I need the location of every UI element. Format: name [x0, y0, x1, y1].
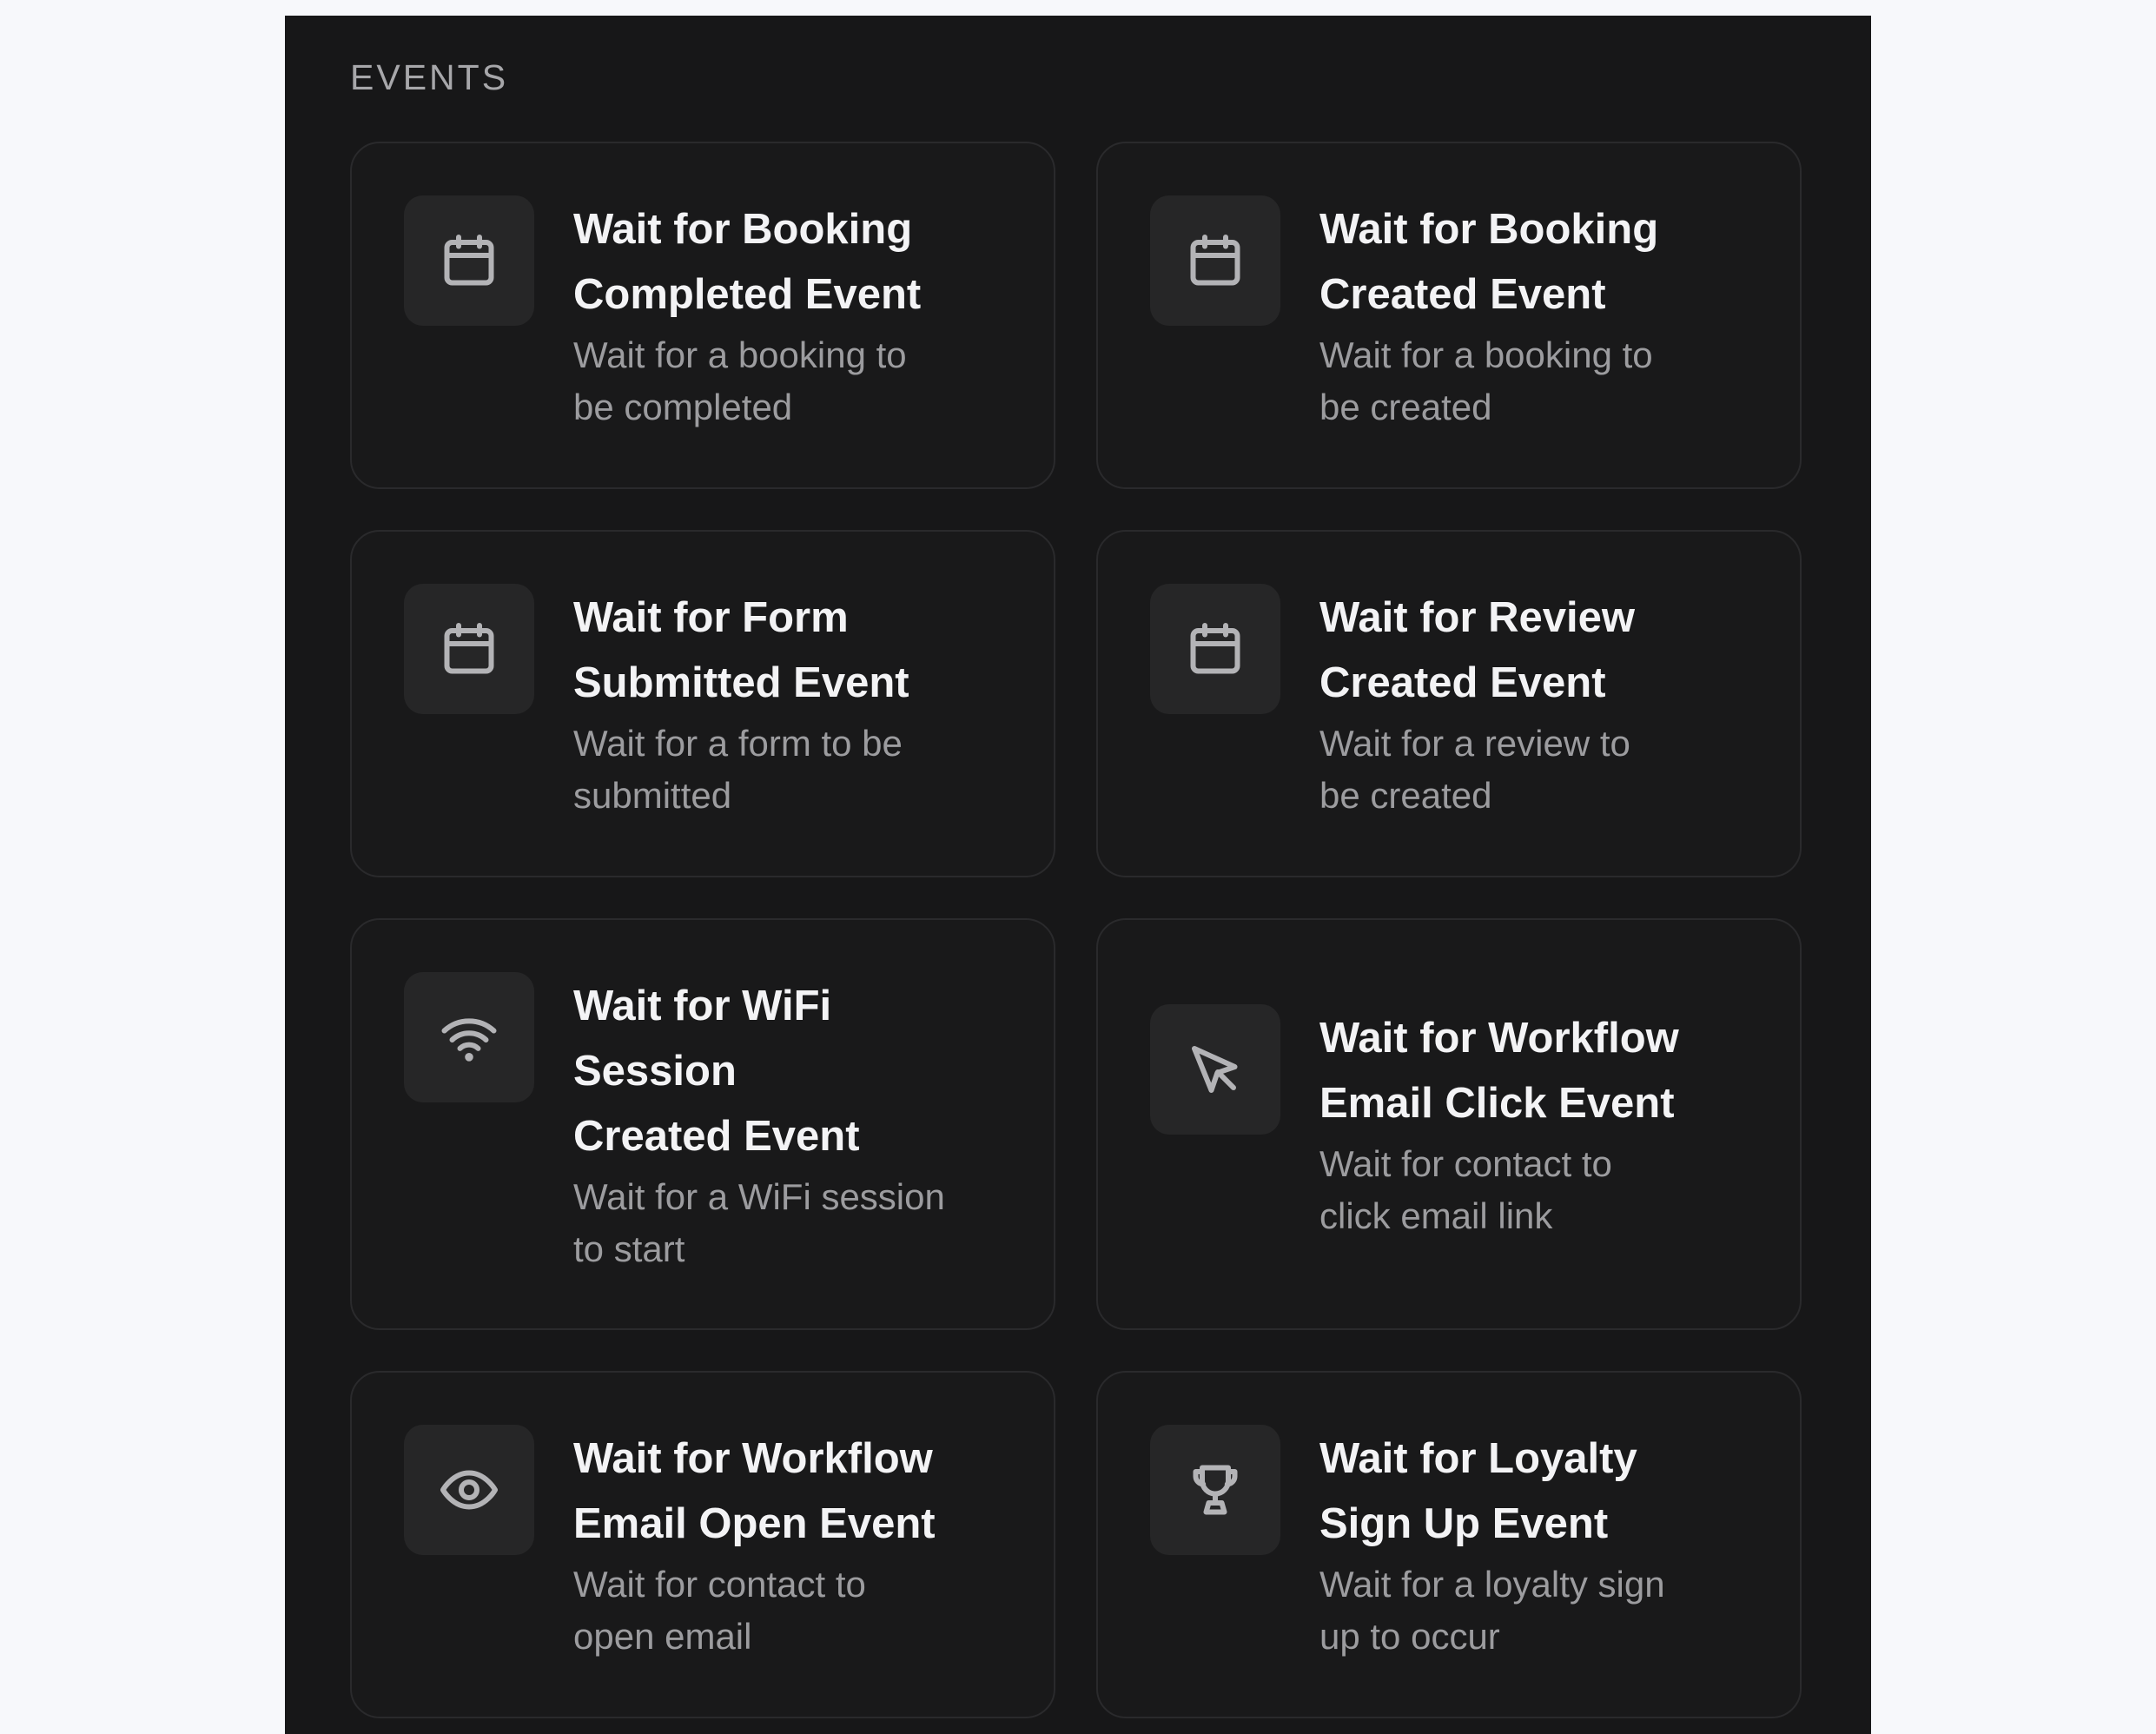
card-title: Wait for Workflow Email Open Event [573, 1435, 936, 1547]
event-card-workflow-email-click[interactable]: Wait for Workflow Email Click Event Wait… [1096, 918, 1802, 1330]
card-title: Wait for Booking Created Event [1319, 206, 1659, 318]
event-card-form-submitted[interactable]: Wait for Form Submitted Event Wait for a… [350, 530, 1055, 877]
card-title: Wait for Loyalty Sign Up Event [1319, 1435, 1637, 1547]
card-description: Wait for a loyalty sign up to occur [1319, 1564, 1665, 1657]
calendar-icon [1150, 195, 1280, 326]
card-title: Wait for Booking Completed Event [573, 206, 922, 318]
card-description: Wait for a booking to be created [1319, 334, 1653, 427]
section-heading: EVENTS [350, 57, 509, 97]
events-panel: EVENTS Wait for Booking Completed Event … [285, 16, 1871, 1734]
card-description: Wait for a form to be submitted [573, 723, 903, 816]
event-card-workflow-email-open[interactable]: Wait for Workflow Email Open Event Wait … [350, 1371, 1055, 1718]
card-description: Wait for contact to open email [573, 1564, 866, 1657]
card-description: Wait for contact to click email link [1319, 1143, 1612, 1236]
eye-icon [404, 1425, 534, 1555]
card-title: Wait for Workflow Email Click Event [1319, 1015, 1679, 1127]
card-title: Wait for Review Created Event [1319, 594, 1636, 706]
card-description: Wait for a booking to be completed [573, 334, 907, 427]
card-title: Wait for WiFi Session Created Event [573, 983, 860, 1160]
calendar-icon [404, 584, 534, 714]
card-description: Wait for a review to be created [1319, 723, 1630, 816]
event-card-booking-created[interactable]: Wait for Booking Created Event Wait for … [1096, 142, 1802, 489]
card-description: Wait for a WiFi session to start [573, 1176, 945, 1269]
card-title: Wait for Form Submitted Event [573, 594, 909, 706]
event-card-wifi-session[interactable]: Wait for WiFi Session Created Event Wait… [350, 918, 1055, 1330]
event-card-loyalty-sign-up[interactable]: Wait for Loyalty Sign Up Event Wait for … [1096, 1371, 1802, 1718]
event-card-booking-completed[interactable]: Wait for Booking Completed Event Wait fo… [350, 142, 1055, 489]
calendar-icon [404, 195, 534, 326]
calendar-icon [1150, 584, 1280, 714]
cursor-pointer-icon [1150, 1004, 1280, 1135]
trophy-icon [1150, 1425, 1280, 1555]
event-card-review-created[interactable]: Wait for Review Created Event Wait for a… [1096, 530, 1802, 877]
wifi-icon [404, 972, 534, 1102]
